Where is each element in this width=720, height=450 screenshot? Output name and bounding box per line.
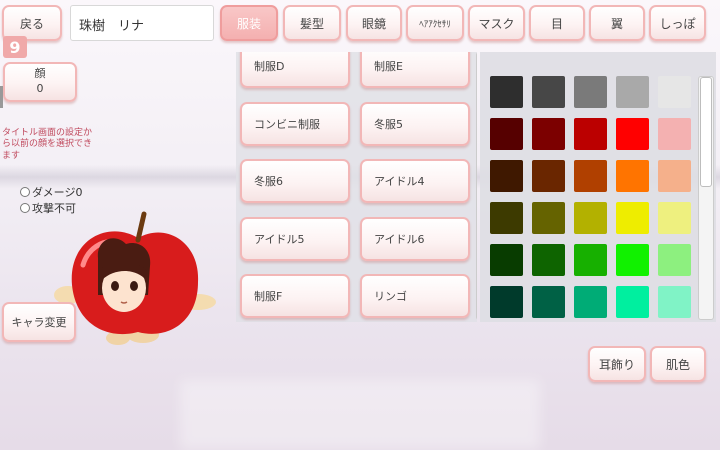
color-swatch[interactable] [574,202,607,234]
clothes-item[interactable]: コンビニ制服 [240,102,350,146]
damage-zero-label: ダメージ0 [32,186,83,199]
tab-5[interactable]: マスク [468,5,525,41]
tab-7[interactable]: 翼 [589,5,645,41]
color-swatch[interactable] [574,118,607,150]
color-swatch[interactable] [616,202,649,234]
color-swatch[interactable] [532,244,565,276]
color-swatch[interactable] [658,160,691,192]
clothes-item[interactable]: アイドル4 [360,159,470,203]
color-swatch[interactable] [616,286,649,318]
color-swatch[interactable] [490,286,523,318]
clothes-item[interactable]: リンゴ [360,274,470,318]
tab-4[interactable]: ﾍｱｱｸｾｻﾘ [406,5,464,41]
color-swatch[interactable] [658,286,691,318]
color-swatch[interactable] [532,160,565,192]
radio-icon [20,187,30,197]
change-character-button[interactable]: キャラ変更 [2,302,76,342]
clothes-list-panel: 制服D 制服E コンビニ制服 冬服5 冬服6 アイドル4 アイドル5 アイドル6 制服F リンゴ [236,52,477,322]
floor-highlight [180,380,540,450]
color-swatch[interactable] [616,118,649,150]
color-swatch[interactable] [616,160,649,192]
color-swatch[interactable] [532,76,565,108]
color-swatch[interactable] [490,244,523,276]
color-swatch[interactable] [532,202,565,234]
clothes-scrollbar[interactable] [476,52,477,320]
tab-1[interactable]: 服装 [220,5,278,41]
palette-scroll-thumb[interactable] [700,77,712,187]
radio-icon [20,203,30,213]
color-swatch[interactable] [490,160,523,192]
number-badge: 9 [3,36,27,58]
color-palette-panel [480,52,716,322]
color-swatch[interactable] [616,244,649,276]
tab-6[interactable]: 目 [529,5,585,41]
tab-8[interactable]: しっぽ [649,5,706,41]
color-swatch[interactable] [574,286,607,318]
color-swatch[interactable] [574,160,607,192]
color-swatch[interactable] [658,118,691,150]
face-value: 0 [36,82,44,95]
clothes-item[interactable]: アイドル6 [360,217,470,261]
color-swatch[interactable] [658,202,691,234]
color-swatch[interactable] [490,118,523,150]
face-select-button[interactable]: 顔 0 [3,62,77,102]
clothes-item[interactable]: 制服E [360,52,470,88]
color-swatch[interactable] [574,244,607,276]
face-help-note: タイトル画面の設定から以前の顔を選択できます [2,128,93,161]
clothes-item[interactable]: アイドル5 [240,217,350,261]
damage-zero-option[interactable]: ダメージ0 [20,184,82,200]
clothes-item[interactable]: 制服D [240,52,350,88]
color-swatch[interactable] [574,76,607,108]
color-swatch[interactable] [490,202,523,234]
clothes-item[interactable]: 冬服5 [360,102,470,146]
color-swatch[interactable] [616,76,649,108]
tab-2[interactable]: 髪型 [283,5,341,41]
color-swatch[interactable] [532,286,565,318]
clothes-item[interactable]: 冬服6 [240,159,350,203]
color-swatch[interactable] [532,118,565,150]
clothes-item[interactable]: 制服F [240,274,350,318]
skin-color-button[interactable]: 肌色 [650,346,706,382]
color-swatch[interactable] [658,76,691,108]
face-label: 顔 [34,67,46,81]
color-swatch[interactable] [658,244,691,276]
tab-3[interactable]: 眼鏡 [346,5,402,41]
left-edge-tab [0,86,3,108]
earring-button[interactable]: 耳飾り [588,346,646,382]
palette-scrollbar[interactable] [698,76,714,320]
color-swatch[interactable] [490,76,523,108]
character-name-field[interactable]: 珠樹 リナ [70,5,214,41]
